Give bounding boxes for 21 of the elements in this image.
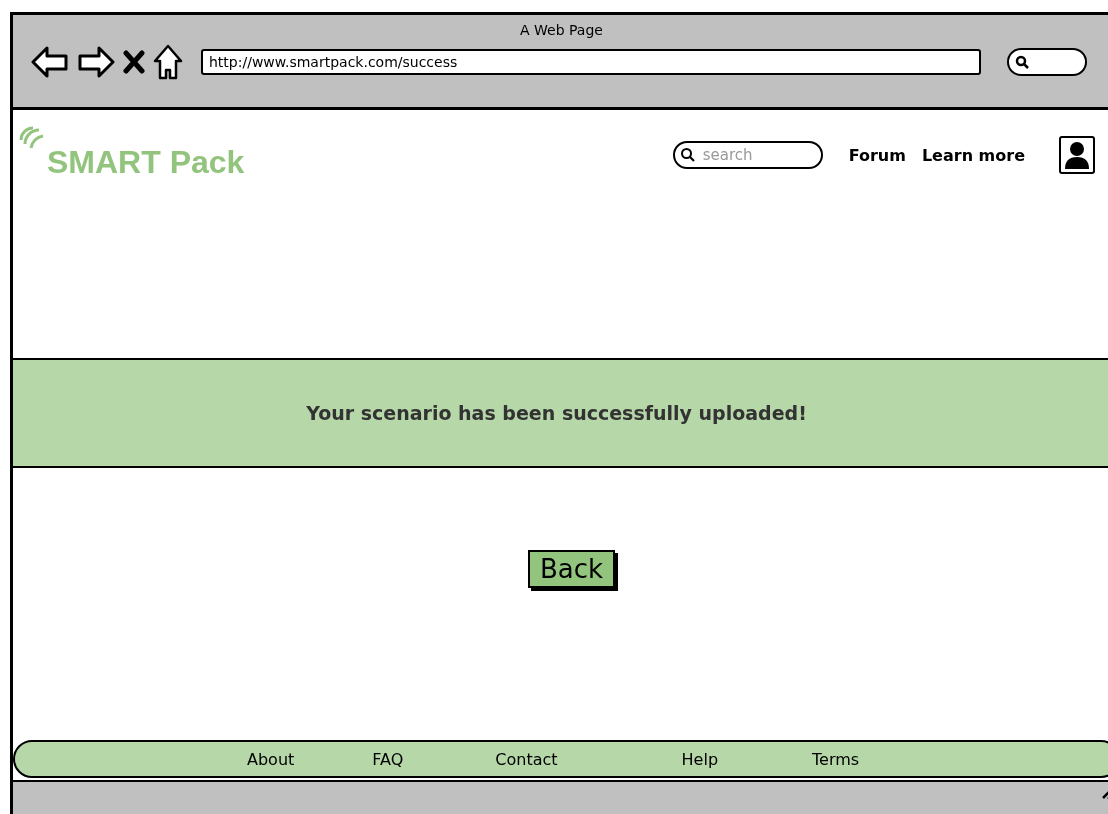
search-icon	[1015, 55, 1029, 69]
back-icon[interactable]	[31, 45, 69, 79]
forward-icon[interactable]	[77, 45, 115, 79]
search-field[interactable]: search	[672, 141, 823, 169]
nav-link[interactable]: Learn more	[921, 145, 1025, 165]
back-button[interactable]: Back	[527, 550, 616, 588]
user-icon	[1064, 140, 1090, 170]
search-icon	[679, 147, 696, 163]
browser-search-field[interactable]	[1007, 48, 1087, 76]
footer-link[interactable]: Terms	[812, 749, 860, 769]
nav-link[interactable]: Forum	[848, 145, 906, 165]
home-icon[interactable]	[153, 44, 183, 80]
footer-link[interactable]: About	[247, 749, 295, 769]
success-message: Your scenario has been successfully uploaded!	[306, 402, 808, 424]
close-icon[interactable]	[123, 50, 145, 74]
address-field[interactable]: http://www.smartpack.com/success	[201, 49, 981, 75]
user-button[interactable]	[1059, 136, 1095, 174]
window-title: A Web Page	[519, 21, 604, 38]
footer-link[interactable]: FAQ	[372, 749, 404, 769]
footer-link[interactable]: Help	[681, 749, 719, 769]
footer-link[interactable]: Contact	[495, 749, 558, 769]
